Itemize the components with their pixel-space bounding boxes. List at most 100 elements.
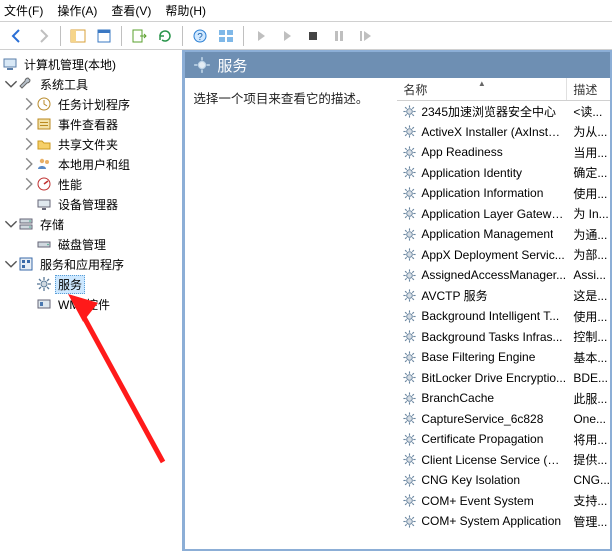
tree-system-tools[interactable]: 系统工具 bbox=[0, 74, 182, 94]
collapse-icon[interactable] bbox=[4, 257, 18, 271]
service-desc: 基本... bbox=[567, 349, 610, 366]
play-button[interactable] bbox=[249, 24, 273, 48]
expand-icon[interactable] bbox=[22, 137, 36, 151]
menu-help[interactable]: 帮助(H) bbox=[165, 2, 206, 19]
column-name-label: 名称 bbox=[403, 81, 427, 98]
expand-icon[interactable] bbox=[22, 177, 36, 191]
device-icon bbox=[36, 196, 52, 212]
service-row[interactable]: CaptureService_6c828One... bbox=[397, 409, 610, 430]
menu-view[interactable]: 查看(V) bbox=[111, 2, 151, 19]
service-row[interactable]: AssignedAccessManager...Assi... bbox=[397, 265, 610, 286]
gear-icon bbox=[401, 247, 417, 263]
tree-services-apps[interactable]: 服务和应用程序 bbox=[0, 254, 182, 274]
service-row[interactable]: AVCTP 服务这是... bbox=[397, 286, 610, 307]
service-row[interactable]: BranchCache此服... bbox=[397, 388, 610, 409]
collapse-icon[interactable] bbox=[4, 77, 18, 91]
service-desc: <读... bbox=[567, 103, 610, 120]
service-name: COM+ Event System bbox=[421, 494, 533, 508]
restart-button[interactable] bbox=[353, 24, 377, 48]
stop-button[interactable] bbox=[301, 24, 325, 48]
gear-icon bbox=[401, 349, 417, 365]
service-name: 2345加速浏览器安全中心 bbox=[421, 103, 556, 120]
expand-icon[interactable] bbox=[22, 117, 36, 131]
tree-event-viewer[interactable]: 事件查看器 bbox=[0, 114, 182, 134]
service-row[interactable]: CNG Key IsolationCNG... bbox=[397, 470, 610, 491]
service-desc: 为 In... bbox=[567, 205, 610, 222]
properties-button[interactable] bbox=[92, 24, 116, 48]
tree-label: 存储 bbox=[37, 215, 67, 234]
refresh-button[interactable] bbox=[153, 24, 177, 48]
tree-pane[interactable]: 计算机管理(本地) 系统工具 任务计划程序 事件查看器 共享文件夹 bbox=[0, 50, 183, 551]
menu-action[interactable]: 操作(A) bbox=[57, 2, 97, 19]
export-button[interactable] bbox=[127, 24, 151, 48]
tree-device-manager[interactable]: 设备管理器 bbox=[0, 194, 182, 214]
tree-performance[interactable]: 性能 bbox=[0, 174, 182, 194]
gear-icon bbox=[401, 165, 417, 181]
sort-ascending-icon: ▲ bbox=[478, 79, 486, 88]
gear-icon bbox=[401, 267, 417, 283]
service-row[interactable]: 2345加速浏览器安全中心 <读... bbox=[397, 101, 610, 122]
tree-shared-folders[interactable]: 共享文件夹 bbox=[0, 134, 182, 154]
service-row[interactable]: Certificate Propagation将用... bbox=[397, 429, 610, 450]
disk-icon bbox=[36, 236, 52, 252]
service-row[interactable]: Background Tasks Infras... 控制... bbox=[397, 327, 610, 348]
service-row[interactable]: Application Identity确定... bbox=[397, 163, 610, 184]
collapse-icon[interactable] bbox=[4, 217, 18, 231]
service-name: Base Filtering Engine bbox=[421, 350, 535, 364]
gear-icon bbox=[401, 288, 417, 304]
service-row[interactable]: Application Layer Gatewa...为 In... bbox=[397, 204, 610, 225]
tree-local-users[interactable]: 本地用户和组 bbox=[0, 154, 182, 174]
service-row[interactable]: ActiveX Installer (AxInstSV)为从... bbox=[397, 122, 610, 143]
service-row[interactable]: App Readiness当用... bbox=[397, 142, 610, 163]
tree-disk-management[interactable]: 磁盘管理 bbox=[0, 234, 182, 254]
tree-storage[interactable]: 存储 bbox=[0, 214, 182, 234]
wmi-icon bbox=[36, 296, 52, 312]
expand-icon[interactable] bbox=[22, 97, 36, 111]
service-name: ActiveX Installer (AxInstSV) bbox=[421, 125, 567, 139]
service-desc: 确定... bbox=[567, 164, 610, 181]
service-desc: 控制... bbox=[567, 328, 610, 345]
storage-icon bbox=[18, 216, 34, 232]
column-name[interactable]: ▲ 名称 bbox=[397, 78, 567, 100]
column-description[interactable]: 描述 bbox=[567, 78, 610, 100]
forward-button[interactable] bbox=[31, 24, 55, 48]
play2-button[interactable] bbox=[275, 24, 299, 48]
tree-label: 服务 bbox=[55, 275, 85, 294]
tree-label: 性能 bbox=[55, 175, 85, 194]
service-row[interactable]: COM+ Event System支持... bbox=[397, 491, 610, 512]
expand-icon[interactable] bbox=[22, 157, 36, 171]
service-row[interactable]: Client License Service (Cli...提供... bbox=[397, 450, 610, 471]
help-button[interactable]: ? bbox=[188, 24, 212, 48]
service-row[interactable]: AppX Deployment Servic...为部... bbox=[397, 245, 610, 266]
service-name: Application Management bbox=[421, 227, 553, 241]
service-desc: One... bbox=[567, 412, 610, 426]
service-name: App Readiness bbox=[421, 145, 502, 159]
service-row[interactable]: Background Intelligent T...使用... bbox=[397, 306, 610, 327]
back-button[interactable] bbox=[5, 24, 29, 48]
service-row[interactable]: COM+ System Application管理... bbox=[397, 511, 610, 532]
view-options-button[interactable] bbox=[214, 24, 238, 48]
tree-label: 本地用户和组 bbox=[55, 155, 133, 174]
gear-icon bbox=[36, 276, 52, 292]
service-row[interactable]: Application Information使用... bbox=[397, 183, 610, 204]
service-desc: 为从... bbox=[567, 123, 610, 140]
pause-button[interactable] bbox=[327, 24, 351, 48]
gear-icon bbox=[401, 493, 417, 509]
service-row[interactable]: BitLocker Drive Encryptio...BDE... bbox=[397, 368, 610, 389]
service-name: BranchCache bbox=[421, 391, 494, 405]
show-hide-tree-button[interactable] bbox=[66, 24, 90, 48]
service-name: Background Tasks Infras... bbox=[421, 330, 562, 344]
services-list[interactable]: ▲名称 描述 2345加速浏览器安全中心<读...ActiveX Install… bbox=[397, 78, 610, 549]
service-row[interactable]: Application Management为通... bbox=[397, 224, 610, 245]
menu-file[interactable]: 文件(F) bbox=[4, 2, 43, 19]
tree-task-scheduler[interactable]: 任务计划程序 bbox=[0, 94, 182, 114]
tree-wmi[interactable]: WMI 控件 bbox=[0, 294, 182, 314]
tree-services[interactable]: 服务 bbox=[0, 274, 182, 294]
tree-root[interactable]: 计算机管理(本地) bbox=[0, 54, 182, 74]
users-icon bbox=[36, 156, 52, 172]
list-header[interactable]: ▲ 名称 描述 bbox=[397, 78, 610, 101]
gear-icon bbox=[401, 452, 417, 468]
tree-label: 事件查看器 bbox=[55, 115, 121, 134]
service-row[interactable]: Base Filtering Engine 基本... bbox=[397, 347, 610, 368]
service-name: Background Intelligent T... bbox=[421, 309, 559, 323]
